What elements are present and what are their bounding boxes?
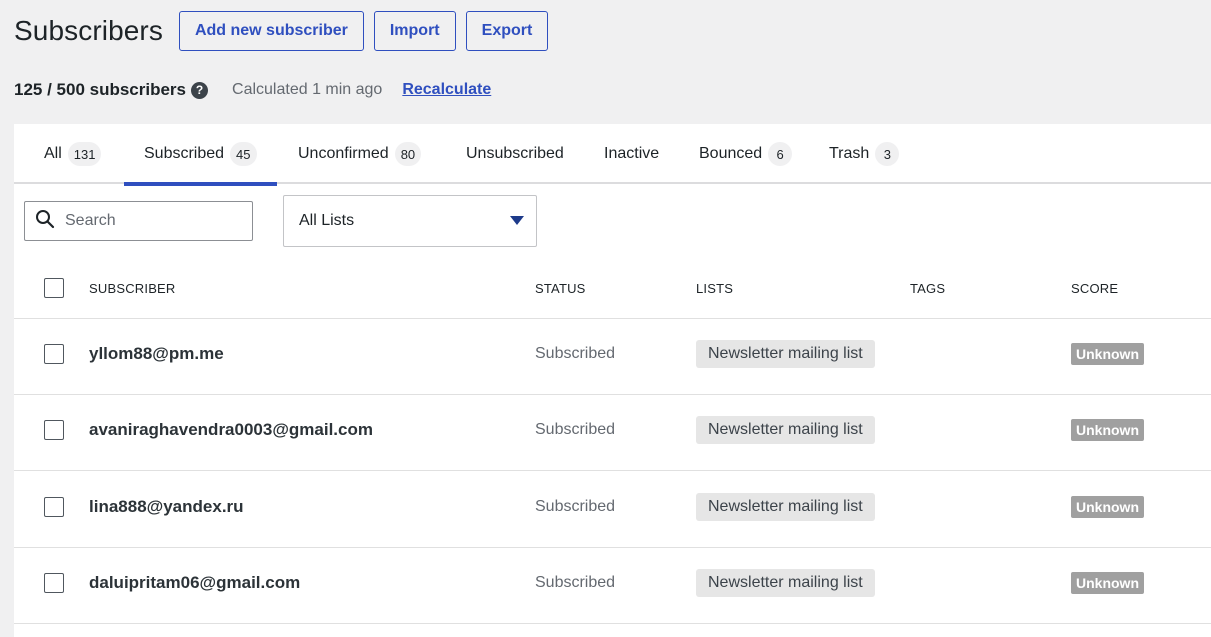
list-tag: Newsletter mailing list (696, 416, 875, 444)
tab-all[interactable]: All 131 (44, 124, 102, 184)
table-row: lina888@yandex.ru Subscribed Newsletter … (14, 471, 1211, 548)
select-all-checkbox[interactable] (44, 278, 64, 298)
page-header: Subscribers Add new subscriber Import Ex… (14, 11, 558, 51)
subscriber-count-line: 125 / 500 subscribers ? Calculated 1 min… (14, 78, 491, 102)
tab-label: Trash (829, 145, 870, 162)
list-tag: Newsletter mailing list (696, 340, 875, 368)
table-header: SUBSCRIBER STATUS LISTS TAGS SCORE (14, 266, 1211, 319)
column-header-score[interactable]: SCORE (1071, 266, 1118, 310)
tab-count-badge: 45 (230, 142, 257, 166)
subscriber-count: 125 / 500 subscribers (14, 80, 187, 99)
tab-unsubscribed[interactable]: Unsubscribed (466, 124, 564, 184)
add-new-subscriber-button[interactable]: Add new subscriber (178, 11, 364, 51)
subscriber-status: Subscribed (535, 421, 616, 438)
subscriber-email[interactable]: lina888@yandex.ru (89, 471, 244, 543)
column-header-tags: TAGS (910, 280, 946, 296)
list-tag: Newsletter mailing list (696, 569, 875, 597)
import-button[interactable]: Import (373, 11, 456, 51)
chevron-down-icon (510, 216, 524, 225)
score-cell: Unknown (1071, 318, 1144, 390)
tab-count-badge: 80 (394, 142, 422, 166)
subscriber-email[interactable]: avaniraghavendra0003@gmail.com (89, 394, 373, 466)
tab-count-badge: 131 (67, 142, 102, 166)
subscriber-email[interactable]: daluipritam06@gmail.com (89, 547, 300, 619)
search-input[interactable] (63, 211, 237, 231)
score-badge: Unknown (1071, 572, 1144, 594)
lists-cell: Newsletter mailing list (696, 394, 875, 466)
row-checkbox[interactable] (44, 344, 64, 364)
lists-cell: Newsletter mailing list (696, 471, 875, 543)
subscriber-status: Subscribed (535, 574, 616, 591)
score-badge: Unknown (1071, 419, 1144, 441)
tab-label: All (44, 145, 62, 162)
lists-cell: Newsletter mailing list (696, 547, 875, 619)
score-cell: Unknown (1071, 471, 1144, 543)
row-checkbox[interactable] (44, 497, 64, 517)
column-header-subscriber[interactable]: SUBSCRIBER (89, 266, 176, 310)
table-row: avaniraghavendra0003@gmail.com Subscribe… (14, 394, 1211, 471)
score-badge: Unknown (1071, 496, 1144, 518)
recalculate-link[interactable]: Recalculate (402, 81, 491, 99)
tab-label: Subscribed (144, 145, 225, 162)
row-checkbox[interactable] (44, 573, 64, 593)
tab-label: Bounced (699, 145, 763, 162)
table-row: daluipritam06@gmail.com Subscribed Newsl… (14, 547, 1211, 624)
row-checkbox[interactable] (44, 420, 64, 440)
status-tabs: All 131 Subscribed 45 Unconfirmed 80 Uns… (14, 124, 1211, 186)
subscribers-panel: All 131 Subscribed 45 Unconfirmed 80 Uns… (14, 124, 1211, 637)
tab-count-badge: 3 (875, 142, 900, 166)
search-icon (35, 209, 55, 234)
subscriber-email[interactable]: yllom88@pm.me (89, 318, 224, 390)
calculated-time: Calculated 1 min ago (232, 81, 383, 98)
lists-cell: Newsletter mailing list (696, 318, 875, 390)
column-header-status[interactable]: STATUS (535, 266, 586, 310)
score-cell: Unknown (1071, 394, 1144, 466)
list-tag: Newsletter mailing list (696, 493, 875, 521)
tab-inactive[interactable]: Inactive (604, 124, 659, 184)
tab-trash[interactable]: Trash 3 (829, 124, 900, 184)
tab-count-badge: 6 (768, 142, 793, 166)
tab-label: Inactive (604, 145, 660, 162)
table-row: yllom88@pm.me Subscribed Newsletter mail… (14, 318, 1211, 395)
list-filter-value: All Lists (299, 212, 355, 229)
search-box (24, 201, 253, 241)
tab-bounced[interactable]: Bounced 6 (699, 124, 793, 184)
subscriber-status: Subscribed (535, 498, 616, 515)
help-icon[interactable]: ? (191, 81, 209, 99)
tab-subscribed[interactable]: Subscribed 45 (124, 124, 276, 186)
score-badge: Unknown (1071, 343, 1144, 365)
subscriber-status: Subscribed (535, 345, 616, 362)
score-cell: Unknown (1071, 547, 1144, 619)
column-header-lists: LISTS (696, 280, 734, 296)
page-title: Subscribers (14, 15, 163, 46)
tab-label: Unsubscribed (466, 145, 564, 162)
subscribers-page: Subscribers Add new subscriber Import Ex… (0, 0, 1211, 637)
tab-unconfirmed[interactable]: Unconfirmed 80 (298, 124, 422, 184)
export-button[interactable]: Export (465, 11, 549, 51)
tab-label: Unconfirmed (298, 145, 389, 162)
list-filter-select[interactable]: All Lists (283, 195, 537, 247)
